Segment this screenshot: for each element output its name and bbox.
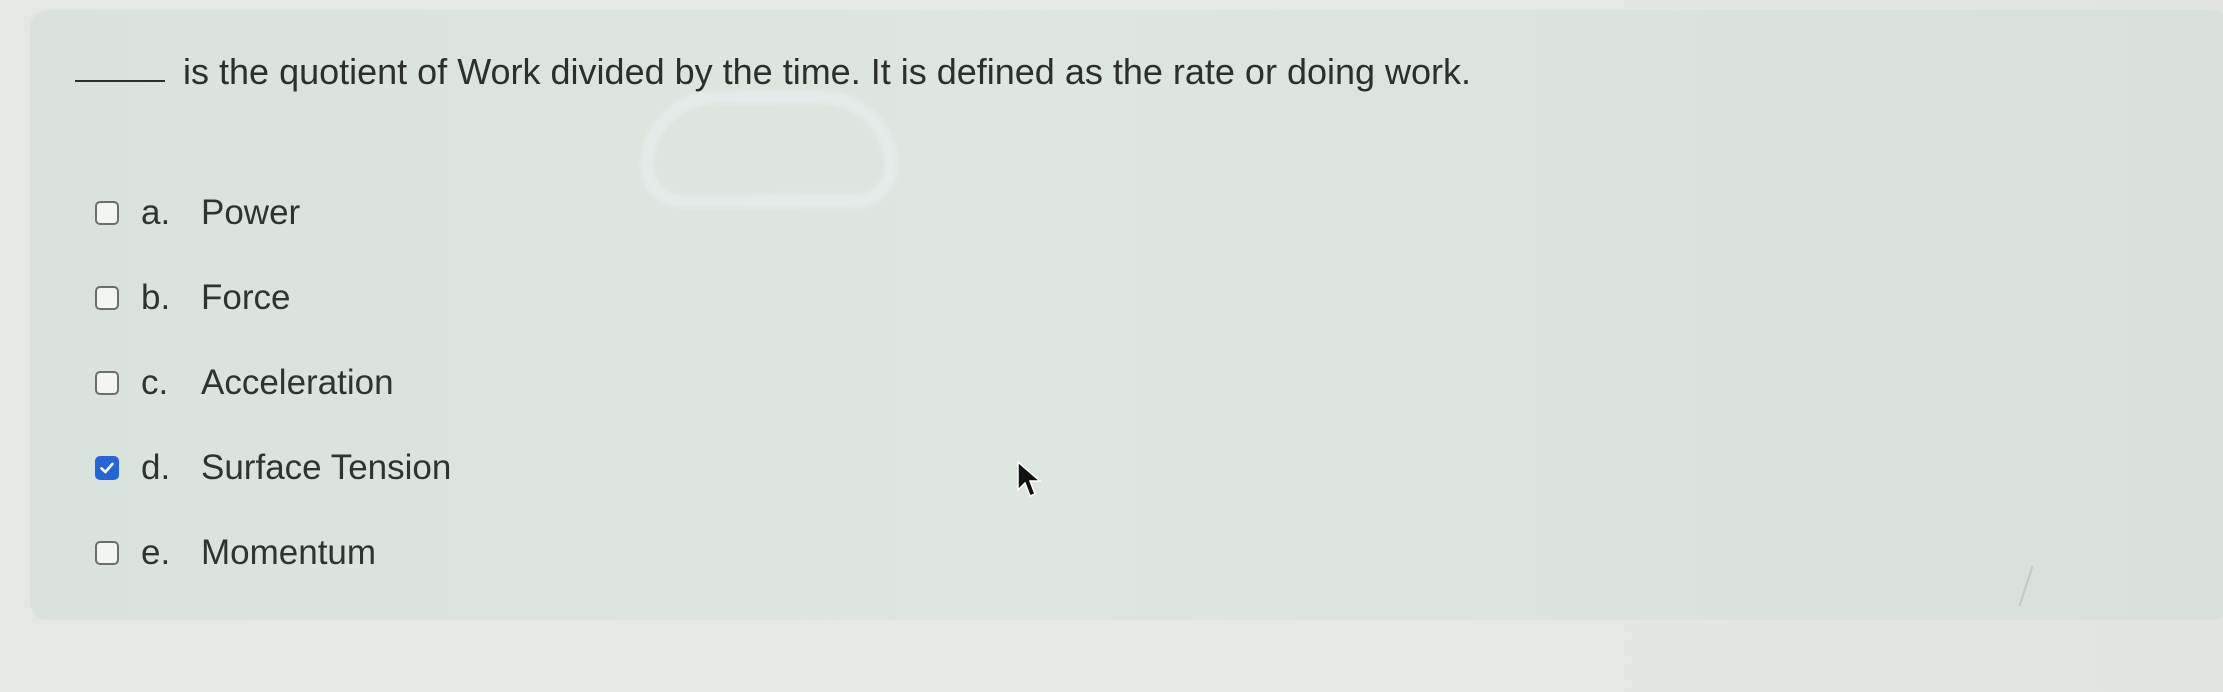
question-text: is the quotient of Work divided by the t… <box>183 51 1472 92</box>
option-b[interactable]: b. Force <box>95 255 451 340</box>
option-letter-a: a. <box>141 192 171 232</box>
option-text-b: Force <box>201 277 291 317</box>
question-panel: is the quotient of Work divided by the t… <box>30 10 2223 620</box>
option-d[interactable]: d. Surface Tension <box>95 425 451 510</box>
option-letter-e: e. <box>141 532 171 572</box>
option-letter-d: d. <box>141 447 171 487</box>
checkbox-b[interactable] <box>95 285 119 310</box>
option-e[interactable]: e. Momentum <box>95 510 451 595</box>
watermark-cloud-icon <box>640 90 898 208</box>
options-list: a. Power b. Force c. Acceleration d. Sur… <box>95 170 451 595</box>
mouse-pointer-icon <box>1017 460 1043 497</box>
answer-blank-line <box>75 80 165 83</box>
option-letter-b: b. <box>141 277 171 317</box>
check-icon <box>100 462 114 473</box>
option-text-d: Surface Tension <box>201 447 452 487</box>
option-text-c: Acceleration <box>201 362 394 402</box>
screen-scratch-mark <box>2018 565 2034 607</box>
checkbox-e[interactable] <box>95 540 119 565</box>
checkbox-c[interactable] <box>95 370 119 395</box>
checkbox-d[interactable] <box>95 455 119 480</box>
option-a[interactable]: a. Power <box>95 170 451 255</box>
option-c[interactable]: c. Acceleration <box>95 340 451 425</box>
option-text-e: Momentum <box>201 532 377 572</box>
question-text-row: is the quotient of Work divided by the t… <box>75 50 1471 93</box>
option-letter-c: c. <box>141 362 169 402</box>
option-text-a: Power <box>201 192 301 232</box>
checkbox-a[interactable] <box>95 200 119 225</box>
